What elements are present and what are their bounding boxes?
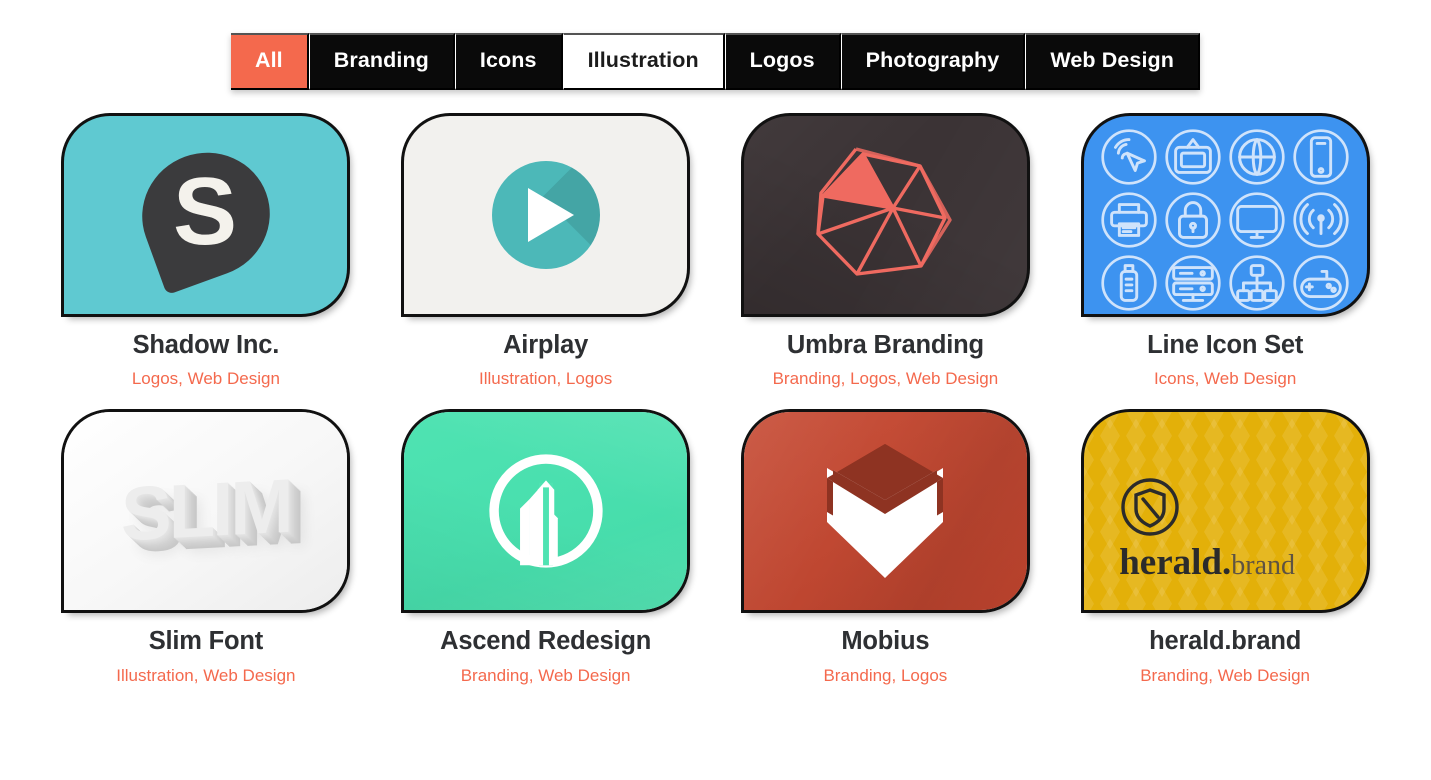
icon-cell: [1292, 128, 1351, 186]
icon-cell: [1164, 191, 1223, 249]
filter-tab-logos[interactable]: Logos: [724, 33, 841, 90]
project-title: Mobius: [841, 627, 930, 655]
project-card[interactable]: herald. brand herald.brand Branding, Web…: [1055, 412, 1395, 684]
lock-icon: [1165, 191, 1221, 248]
server-icon: [1165, 254, 1221, 311]
filter-tab-illustration[interactable]: Illustration: [562, 33, 725, 90]
icon-cell: [1100, 191, 1159, 249]
slim-wordmark: SLIM: [121, 463, 291, 558]
project-card[interactable]: Mobius Branding, Logos: [716, 412, 1056, 684]
project-tags[interactable]: Icons, Web Design: [1154, 370, 1296, 387]
project-gallery-grid: S Shadow Inc. Logos, Web Design Airplay …: [0, 115, 1431, 684]
monogram-letter: S: [172, 157, 237, 265]
project-thumbnail[interactable]: [743, 115, 1027, 314]
project-tags[interactable]: Illustration, Web Design: [116, 667, 295, 684]
project-tags[interactable]: Branding, Web Design: [1140, 667, 1310, 684]
project-thumbnail[interactable]: [743, 412, 1027, 610]
project-thumbnail[interactable]: [404, 115, 688, 314]
cursor-click-icon: [1101, 128, 1157, 185]
icon-cell: [1100, 128, 1159, 186]
project-tags[interactable]: Branding, Logos: [823, 667, 947, 684]
play-button-mark: [491, 160, 600, 269]
usb-drive-icon: [1101, 254, 1157, 311]
ascend-circle-monogram: [488, 454, 603, 568]
project-title: Airplay: [503, 330, 589, 359]
filter-bar-container: All Branding Icons Illustration Logos Photogr…: [0, 0, 1431, 90]
herald-wordmark-primary: herald.: [1119, 541, 1232, 583]
filter-tab-web-design[interactable]: Web Design: [1025, 33, 1201, 90]
sitemap-icon: [1229, 254, 1285, 311]
project-thumbnail[interactable]: S: [64, 115, 348, 314]
project-tags[interactable]: Branding, Logos, Web Design: [773, 370, 999, 387]
icon-cell: [1228, 128, 1287, 186]
project-title: herald.brand: [1149, 627, 1302, 655]
filter-tab-photography[interactable]: Photography: [840, 33, 1026, 90]
project-title: Umbra Branding: [786, 330, 984, 359]
project-title: Ascend Redesign: [440, 627, 652, 655]
project-card[interactable]: S Shadow Inc. Logos, Web Design: [36, 115, 376, 387]
filter-tab-branding[interactable]: Branding: [308, 33, 455, 90]
icon-cell: [1292, 254, 1351, 312]
polyhedron-wireframe-mark: [816, 146, 953, 276]
project-card[interactable]: Line Icon Set Icons, Web Design: [1055, 115, 1395, 387]
project-title: Shadow Inc.: [132, 330, 280, 359]
project-thumbnail[interactable]: SLIM: [64, 412, 348, 610]
project-title: Line Icon Set: [1147, 330, 1304, 359]
project-thumbnail[interactable]: [1083, 115, 1367, 314]
smartphone-icon: [1293, 128, 1349, 185]
mobius-hex-chevron-mark: [827, 444, 944, 578]
icon-showcase-grid: [1084, 116, 1367, 314]
project-thumbnail[interactable]: [404, 412, 688, 610]
project-thumbnail[interactable]: herald. brand: [1083, 412, 1367, 610]
television-icon: [1165, 128, 1221, 185]
icon-cell: [1164, 128, 1223, 186]
project-tags[interactable]: Branding, Web Design: [461, 667, 631, 684]
category-filter-bar: All Branding Icons Illustration Logos Photogr…: [230, 33, 1201, 90]
icon-cell: [1164, 254, 1223, 312]
gamepad-icon: [1293, 254, 1349, 311]
herald-shield-icon: [1121, 477, 1179, 536]
printer-icon: [1101, 191, 1157, 248]
icon-cell: [1228, 254, 1287, 312]
project-card[interactable]: Umbra Branding Branding, Logos, Web Desi…: [716, 115, 1056, 387]
icon-cell: [1228, 191, 1287, 249]
project-card[interactable]: Airplay Illustration, Logos: [376, 115, 716, 387]
shadow-blob-mark: S: [124, 134, 288, 295]
filter-tab-all[interactable]: All: [230, 33, 309, 90]
play-triangle-icon: [527, 187, 574, 242]
wifi-signal-icon: [1293, 191, 1349, 248]
icon-cell: [1100, 254, 1159, 312]
project-card[interactable]: SLIM Slim Font Illustration, Web Design: [36, 412, 376, 684]
project-tags[interactable]: Logos, Web Design: [132, 370, 280, 387]
project-card[interactable]: Ascend Redesign Branding, Web Design: [376, 412, 716, 684]
globe-icon: [1229, 128, 1285, 185]
monitor-icon: [1229, 191, 1285, 248]
project-title: Slim Font: [148, 627, 264, 655]
filter-tab-icons[interactable]: Icons: [454, 33, 563, 90]
project-tags[interactable]: Illustration, Logos: [479, 370, 612, 387]
icon-cell: [1292, 191, 1351, 249]
herald-wordmark-secondary: brand: [1231, 549, 1296, 581]
